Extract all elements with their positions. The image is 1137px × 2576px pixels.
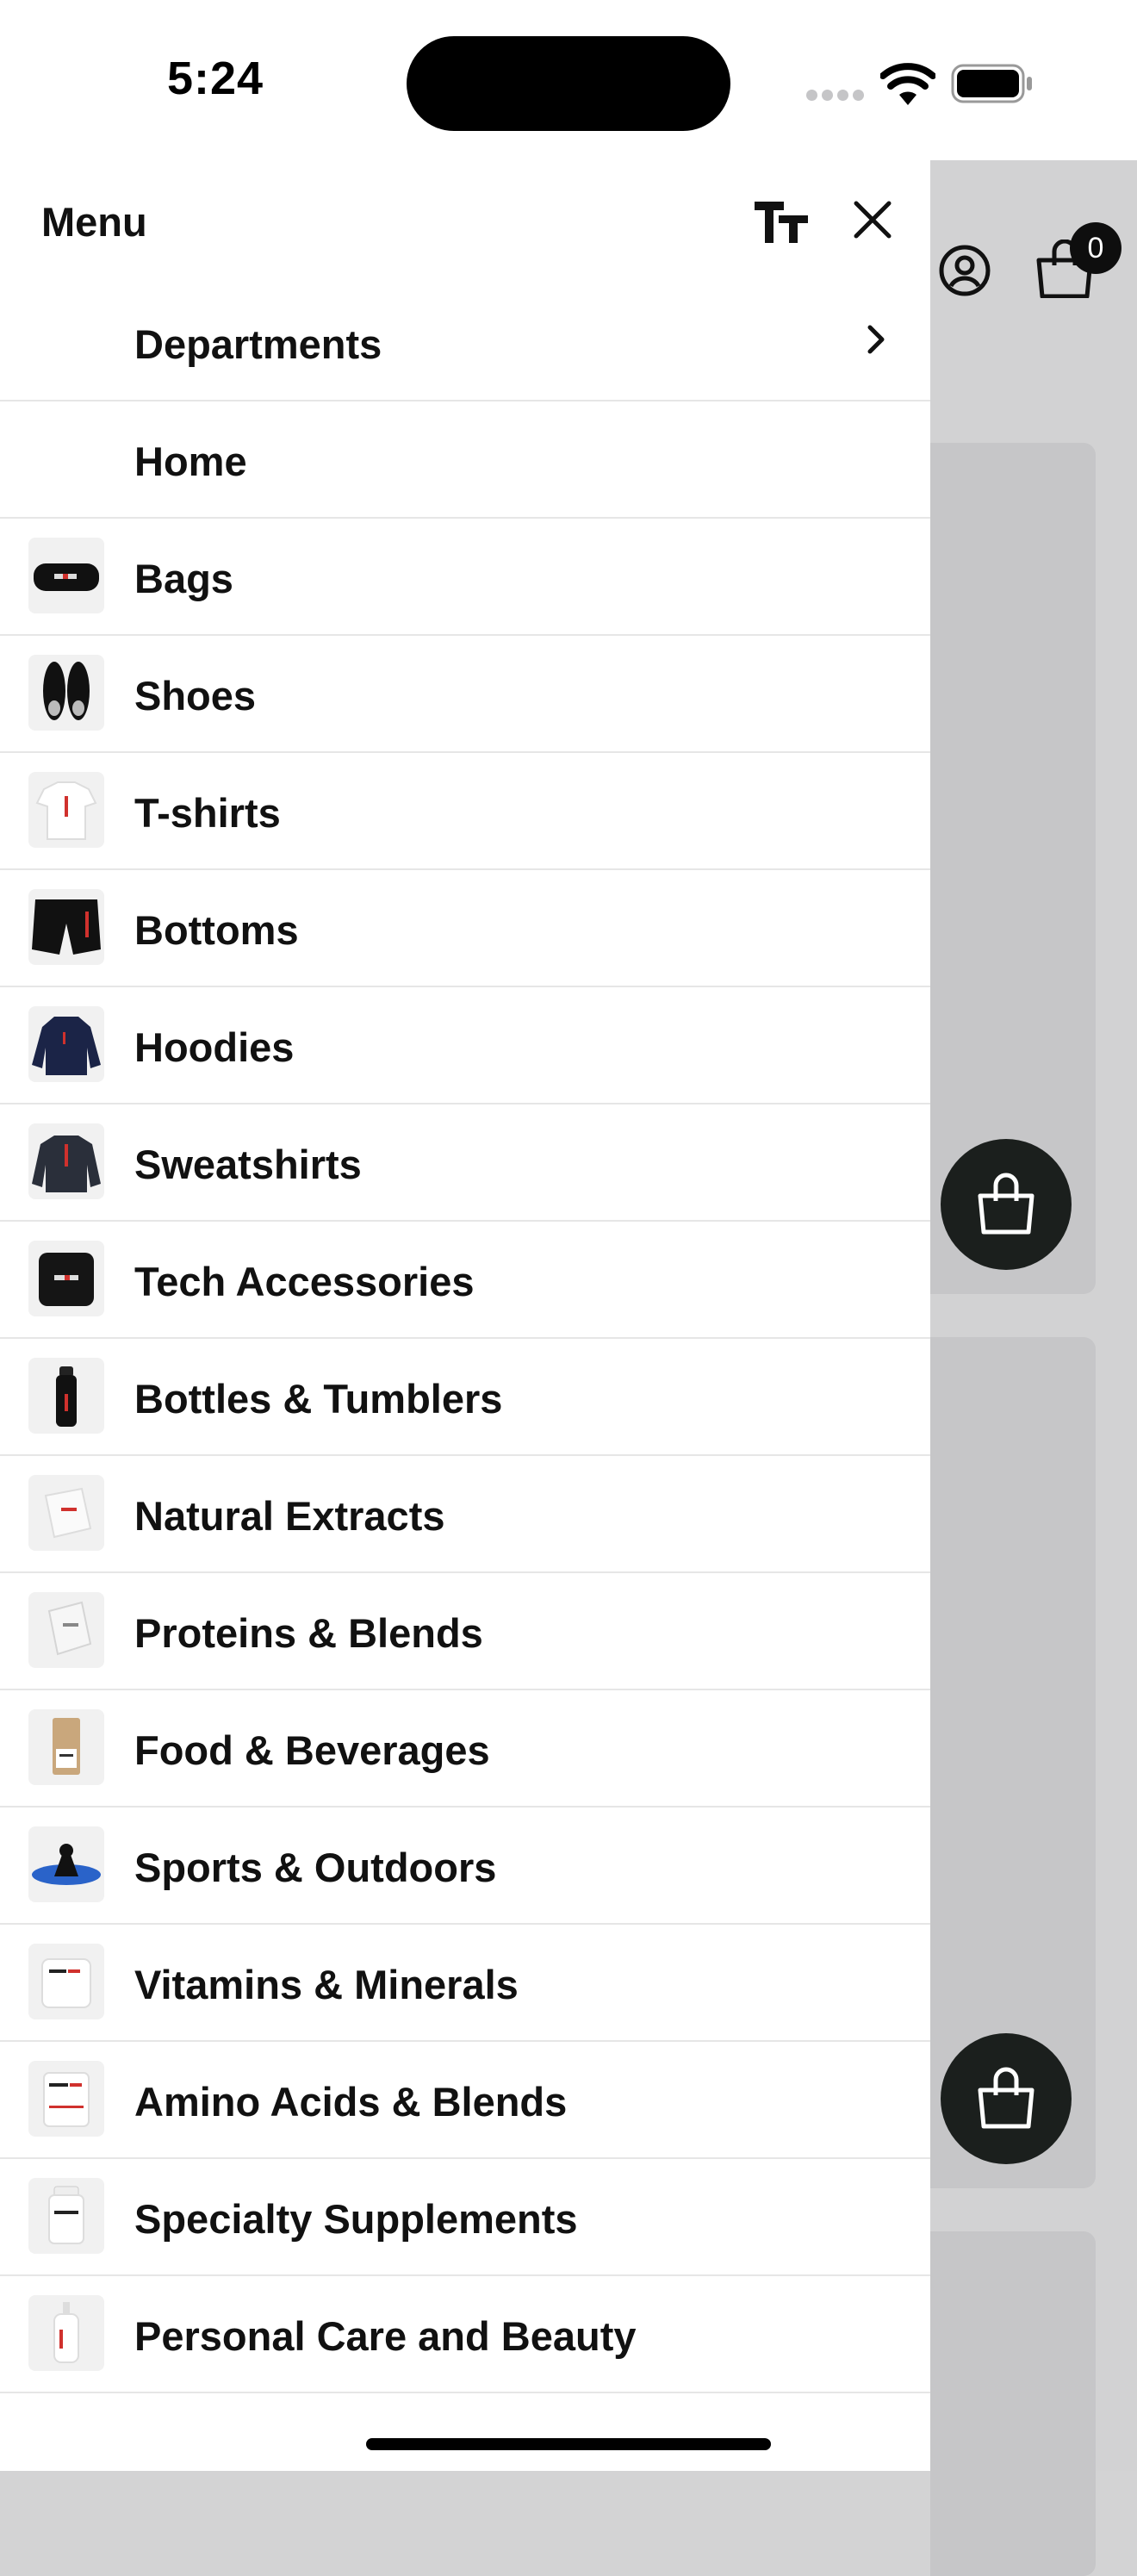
background-page[interactable]: 0 (930, 160, 1137, 2576)
tshirt-thumbnail (28, 772, 104, 848)
dynamic-island (407, 36, 730, 131)
pump-bottle-thumbnail (28, 2295, 104, 2371)
menu-item-label: Amino Acids & Blends (134, 2079, 568, 2125)
shopping-bag-icon (978, 1173, 1034, 1235)
menu-item-label: Specialty Supplements (134, 2196, 578, 2242)
menu-item-natural-extracts[interactable]: Natural Extracts (0, 1456, 930, 1573)
add-to-bag-button[interactable] (941, 1139, 1072, 1270)
canister-thumbnail (28, 2061, 104, 2137)
chevron-right-icon (867, 325, 885, 354)
menu-item-label: Home (134, 439, 247, 484)
menu-item-label: Sports & Outdoors (134, 1845, 497, 1890)
menu-item-label: Bottles & Tumblers (134, 1376, 503, 1422)
menu-item-bottoms[interactable]: Bottoms (0, 870, 930, 987)
cellular-signal-icon (806, 90, 868, 105)
menu-item-proteins-blends[interactable]: Proteins & Blends (0, 1573, 930, 1690)
menu-item-label: Sweatshirts (134, 1142, 362, 1187)
account-icon[interactable] (939, 245, 991, 296)
menu-item-label: Departments (134, 321, 382, 367)
tub-thumbnail (28, 1592, 104, 1668)
sweatshirt-thumbnail (28, 1123, 104, 1199)
menu-item-t-shirts[interactable]: T-shirts (0, 753, 930, 870)
menu-title: Menu (41, 199, 147, 245)
menu-item-label: Hoodies (134, 1024, 295, 1070)
bag-thumbnail (28, 538, 104, 613)
menu-item-label: Vitamins & Minerals (134, 1962, 519, 2007)
product-card[interactable] (930, 1337, 1096, 2188)
menu-item-shoes[interactable]: Shoes (0, 636, 930, 753)
home-indicator[interactable] (366, 2438, 771, 2450)
menu-item-bottles-tumblers[interactable]: Bottles & Tumblers (0, 1339, 930, 1456)
speaker-thumbnail (28, 1241, 104, 1316)
menu-item-label: Food & Beverages (134, 1727, 490, 1773)
menu-item-home[interactable]: Home (0, 401, 930, 519)
pill-bottle-thumbnail (28, 2178, 104, 2254)
wifi-icon (880, 63, 935, 105)
background-header: 0 (930, 160, 1137, 389)
shorts-thumbnail (28, 889, 104, 965)
menu-item-hoodies[interactable]: Hoodies (0, 987, 930, 1104)
battery-icon (951, 64, 1032, 103)
status-bar: 5:24 (0, 0, 1137, 160)
shoes-thumbnail (28, 655, 104, 731)
ab-roller-thumbnail (28, 1826, 104, 1902)
menu-item-tech-accessories[interactable]: Tech Accessories (0, 1222, 930, 1339)
menu-item-specialty-supplements[interactable]: Specialty Supplements (0, 2159, 930, 2276)
menu-item-label: Natural Extracts (134, 1493, 445, 1539)
coffee-bag-thumbnail (28, 1709, 104, 1785)
menu-item-personal-care-beauty[interactable]: Personal Care and Beauty (0, 2276, 930, 2393)
menu-item-sports-outdoors[interactable]: Sports & Outdoors (0, 1808, 930, 1925)
add-to-bag-button[interactable] (941, 2033, 1072, 2164)
menu-item-label: Shoes (134, 673, 257, 719)
close-icon[interactable] (851, 198, 894, 241)
bottle-thumbnail (28, 1358, 104, 1434)
menu-item-label: Personal Care and Beauty (134, 2313, 637, 2359)
jar-thumbnail (28, 1944, 104, 2019)
cart-count-badge: 0 (1070, 222, 1121, 274)
menu-drawer: Menu Departments Home Bags Shoes T-shirt… (0, 160, 930, 2471)
menu-item-departments[interactable]: Departments (0, 284, 930, 401)
product-card[interactable] (930, 443, 1096, 1294)
menu-item-bags[interactable]: Bags (0, 519, 930, 636)
menu-item-amino-acids-blends[interactable]: Amino Acids & Blends (0, 2042, 930, 2159)
text-size-icon[interactable] (753, 198, 810, 245)
menu-item-label: Bags (134, 556, 233, 601)
menu-item-food-beverages[interactable]: Food & Beverages (0, 1690, 930, 1808)
pouch-thumbnail (28, 1475, 104, 1551)
menu-item-label: T-shirts (134, 790, 281, 836)
menu-item-label: Bottoms (134, 907, 299, 953)
product-card[interactable] (930, 2231, 1096, 2576)
menu-item-sweatshirts[interactable]: Sweatshirts (0, 1104, 930, 1222)
menu-list: Departments Home Bags Shoes T-shirts Bot… (0, 284, 930, 2393)
shopping-bag-icon (978, 2067, 1034, 2129)
menu-item-vitamins-minerals[interactable]: Vitamins & Minerals (0, 1925, 930, 2042)
status-time: 5:24 (166, 53, 264, 104)
menu-item-label: Proteins & Blends (134, 1610, 483, 1656)
hoodie-thumbnail (28, 1006, 104, 1082)
menu-item-label: Tech Accessories (134, 1259, 475, 1304)
